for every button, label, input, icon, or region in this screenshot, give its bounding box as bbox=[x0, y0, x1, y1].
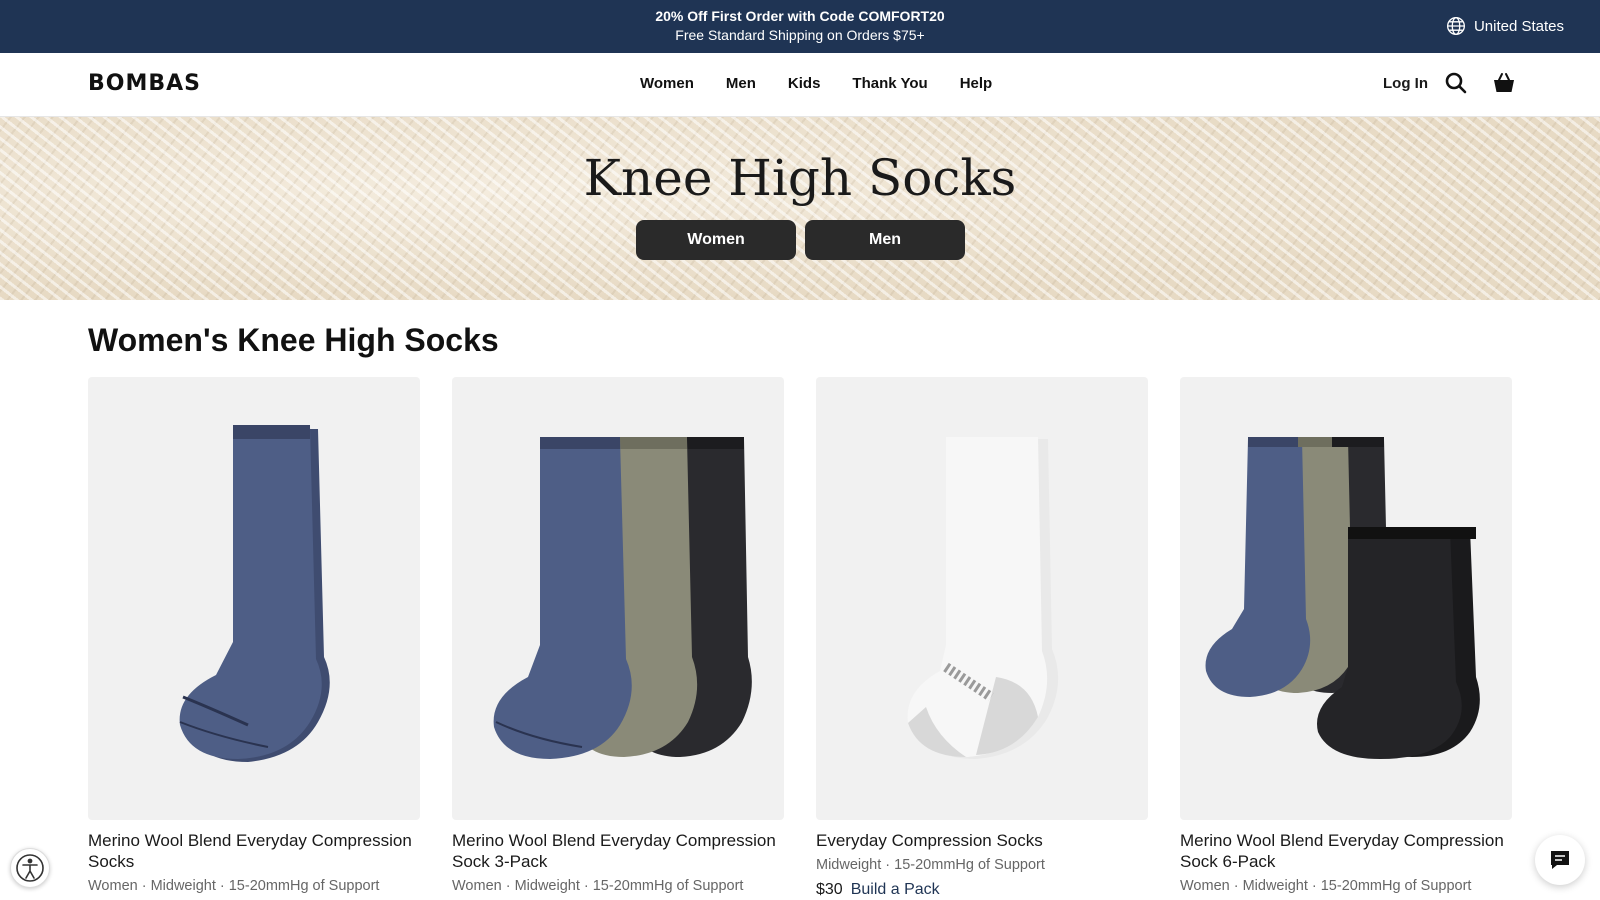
accessibility-button[interactable] bbox=[10, 848, 50, 888]
product-image[interactable] bbox=[452, 377, 784, 820]
globe-icon bbox=[1446, 17, 1465, 35]
nav-men[interactable]: Men bbox=[726, 75, 756, 92]
hero-filter-buttons: Women Men bbox=[636, 220, 965, 260]
chat-button[interactable] bbox=[1535, 835, 1585, 885]
accessibility-icon bbox=[16, 854, 44, 882]
promo-bar: 20% Off First Order with Code COMFORT20 … bbox=[0, 0, 1600, 53]
region-label: United States bbox=[1473, 17, 1564, 35]
search-icon[interactable] bbox=[1444, 71, 1468, 95]
chat-icon bbox=[1551, 851, 1569, 869]
men-filter-button[interactable]: Men bbox=[805, 220, 965, 260]
product-name[interactable]: Merino Wool Blend Everyday Compression S… bbox=[1180, 830, 1512, 872]
six-pack-sock-illustration bbox=[1205, 437, 1480, 759]
product-meta: Women · Midweight · 15-20mmHg of Support bbox=[88, 878, 380, 894]
main-nav: Women Men Kids Thank You Help bbox=[640, 75, 992, 92]
product-image[interactable] bbox=[88, 377, 420, 820]
hero-banner: Knee High Socks Women Men bbox=[0, 117, 1600, 300]
product-meta: Women · Midweight · 15-20mmHg of Support bbox=[1180, 878, 1472, 894]
women-filter-button[interactable]: Women bbox=[636, 220, 796, 260]
product-name[interactable]: Merino Wool Blend Everyday Compression S… bbox=[88, 830, 420, 872]
site-header: BOMBAS Women Men Kids Thank You Help Log… bbox=[0, 53, 1600, 117]
bombas-logo[interactable]: BOMBAS bbox=[88, 71, 201, 96]
product-image[interactable] bbox=[1180, 377, 1512, 820]
nav-kids[interactable]: Kids bbox=[788, 75, 821, 92]
product-name[interactable]: Merino Wool Blend Everyday Compression S… bbox=[452, 830, 784, 872]
login-link[interactable]: Log In bbox=[1383, 75, 1428, 92]
product-grid: Merino Wool Blend Everyday Compression S… bbox=[88, 377, 1512, 899]
price-row: $30 Build a Pack bbox=[816, 881, 1148, 899]
product-price: $30 bbox=[816, 881, 843, 898]
promo-code-text: 20% Off First Order with Code COMFORT20 bbox=[655, 8, 945, 24]
section-title: Women's Knee High Socks bbox=[88, 322, 499, 358]
product-card[interactable]: Merino Wool Blend Everyday Compression S… bbox=[1180, 377, 1512, 899]
product-card[interactable]: Merino Wool Blend Everyday Compression S… bbox=[88, 377, 420, 899]
product-meta: Women · Midweight · 15-20mmHg of Support bbox=[452, 878, 744, 894]
promo-shipping-text: Free Standard Shipping on Orders $75+ bbox=[675, 27, 925, 43]
nav-women[interactable]: Women bbox=[640, 75, 694, 92]
white-sock-illustration bbox=[907, 437, 1059, 759]
nav-help[interactable]: Help bbox=[960, 75, 993, 92]
product-meta: Midweight · 15-20mmHg of Support bbox=[816, 857, 1045, 873]
shopping-bag-icon[interactable] bbox=[1492, 71, 1516, 95]
product-card[interactable]: Merino Wool Blend Everyday Compression S… bbox=[452, 377, 784, 899]
product-card[interactable]: Everyday Compression Socks Midweight · 1… bbox=[816, 377, 1148, 899]
region-selector[interactable]: United States bbox=[1446, 16, 1564, 36]
nav-thank-you[interactable]: Thank You bbox=[852, 75, 927, 92]
page-title: Knee High Socks bbox=[583, 149, 1017, 207]
three-pack-sock-illustration bbox=[493, 437, 752, 759]
product-name[interactable]: Everyday Compression Socks bbox=[816, 830, 1148, 851]
build-a-pack-link[interactable]: Build a Pack bbox=[851, 881, 940, 899]
product-image[interactable] bbox=[816, 377, 1148, 820]
navy-sock-illustration bbox=[179, 425, 330, 762]
